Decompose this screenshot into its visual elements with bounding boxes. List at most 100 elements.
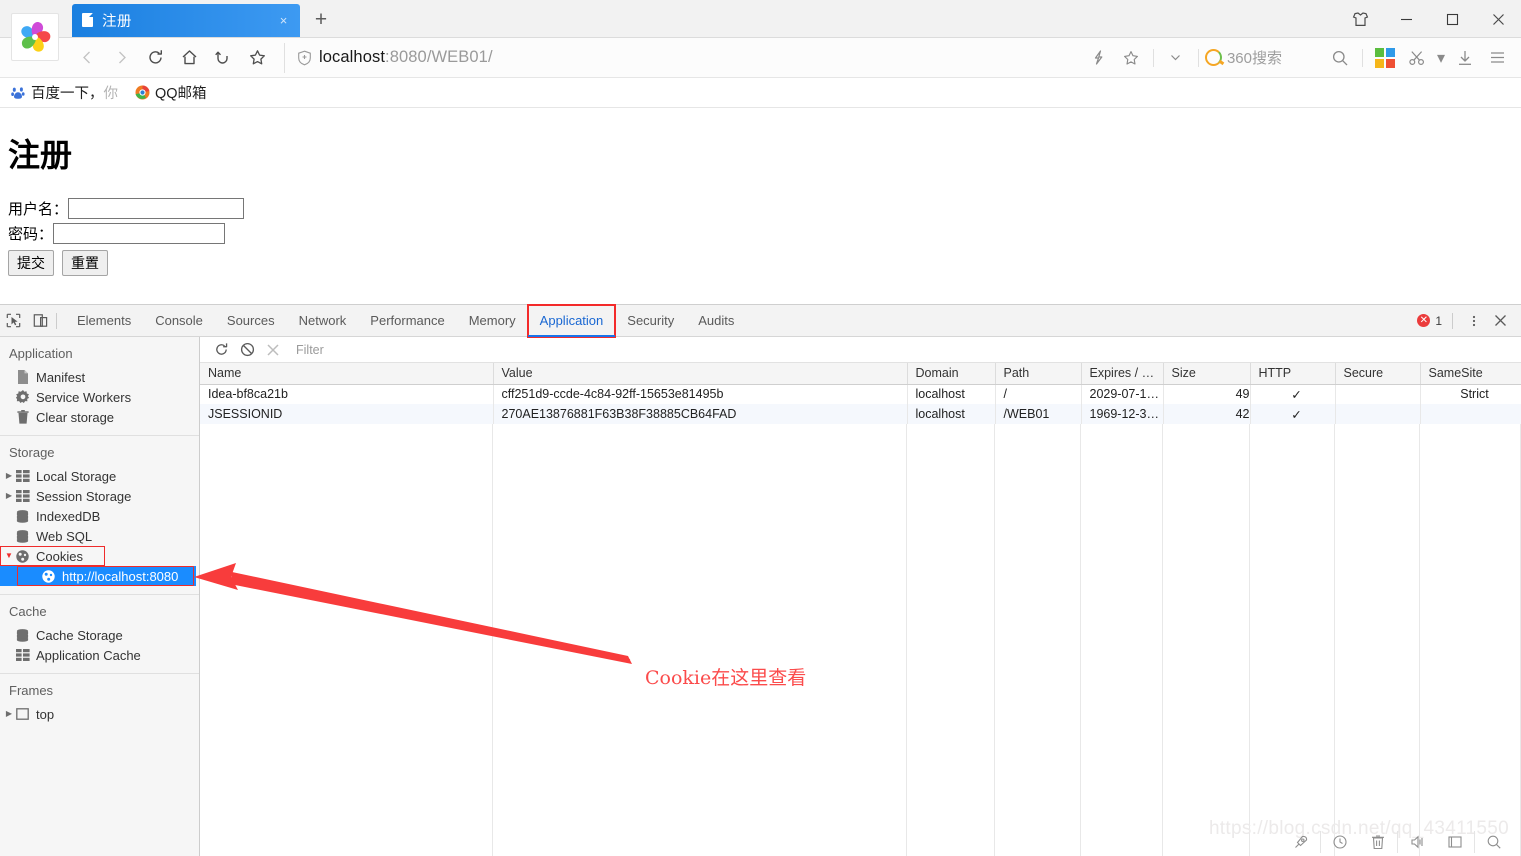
browser-tab-active[interactable]: 注册 × xyxy=(72,4,300,37)
trash-icon[interactable] xyxy=(1359,830,1397,854)
cell-domain: localhost xyxy=(907,404,996,424)
shirt-icon[interactable] xyxy=(1337,0,1383,38)
bookmarks-bar: 百度一下，你 QQ邮箱 xyxy=(0,78,1521,108)
forward-button[interactable] xyxy=(106,43,136,73)
back-button[interactable] xyxy=(72,43,102,73)
pinwheel-icon xyxy=(21,22,51,52)
tab-elements[interactable]: Elements xyxy=(65,305,143,337)
sidebar-item-clear-storage[interactable]: ▶ Clear storage xyxy=(0,407,199,427)
tab-close-icon[interactable]: × xyxy=(275,12,292,29)
volume-icon[interactable] xyxy=(1398,830,1436,854)
refresh-icon[interactable] xyxy=(208,339,234,361)
search-engine-label: 360搜索 xyxy=(1226,50,1282,67)
sidebar-item-cookie-origin[interactable]: http://localhost:8080 xyxy=(0,566,196,586)
devtools-tab-list: Elements Console Sources Network Perform… xyxy=(65,303,746,338)
home-icon[interactable] xyxy=(174,43,204,73)
divider xyxy=(1452,312,1453,329)
sidebar-item-web-sql[interactable]: ▶ Web SQL xyxy=(0,526,199,546)
sidebar-item-service-workers[interactable]: ▶ Service Workers xyxy=(0,387,199,407)
sidebar-item-label: Service Workers xyxy=(36,389,132,405)
error-count-badge[interactable]: ✕ 1 xyxy=(1417,314,1442,328)
close-devtools-icon[interactable] xyxy=(1487,308,1513,334)
column-header-name[interactable]: Name xyxy=(200,363,494,385)
table-header-row: Name Value Domain Path Expires / Ma... S… xyxy=(200,363,1521,385)
bookmark-baidu[interactable]: 百度一下，你 xyxy=(10,82,118,103)
windows-grid-icon[interactable] xyxy=(1371,44,1399,72)
restore-icon[interactable] xyxy=(208,43,238,73)
reset-button[interactable]: 重置 xyxy=(62,250,108,276)
cell-size: 42 xyxy=(1163,404,1251,424)
column-header-samesite[interactable]: SameSite xyxy=(1420,363,1521,385)
magnifier-icon[interactable] xyxy=(1326,44,1354,72)
expand-triangle-icon[interactable]: ▶ xyxy=(4,472,14,480)
chevron-down-icon[interactable] xyxy=(1162,44,1190,72)
username-input[interactable] xyxy=(68,198,245,219)
search-icon[interactable] xyxy=(1475,830,1513,854)
address-bar[interactable]: localhost:8080/WEB01/ xyxy=(284,42,1083,73)
clear-all-cookies-icon[interactable] xyxy=(234,339,260,361)
divider xyxy=(1362,48,1363,67)
reload-icon[interactable] xyxy=(140,43,170,73)
expand-triangle-icon[interactable]: ▶ xyxy=(4,710,14,718)
tab-performance[interactable]: Performance xyxy=(358,305,456,337)
lightning-icon[interactable] xyxy=(1085,44,1113,72)
three-dots-vertical-icon[interactable] xyxy=(1461,308,1487,334)
minimize-button[interactable] xyxy=(1383,0,1429,38)
filter-input[interactable] xyxy=(294,339,1521,360)
device-toolbar-icon[interactable] xyxy=(27,305,54,337)
bookmark-qqmail[interactable]: QQ邮箱 xyxy=(134,82,207,103)
tab-application[interactable]: Application xyxy=(526,303,617,338)
scissors-icon[interactable] xyxy=(1403,44,1431,72)
inspect-element-icon[interactable] xyxy=(0,305,27,337)
hamburger-menu-icon[interactable] xyxy=(1483,44,1511,72)
frame-icon xyxy=(14,708,31,720)
sidebar-item-session-storage[interactable]: ▶ Session Storage xyxy=(0,486,199,506)
form-row-username: 用户名： xyxy=(8,198,1513,219)
sidebar-item-top-frame[interactable]: ▶ top xyxy=(0,704,199,724)
password-input[interactable] xyxy=(53,223,226,244)
column-header-secure[interactable]: Secure xyxy=(1335,363,1421,385)
cell-name: JSESSIONID xyxy=(200,404,494,424)
bookmark-label-baidu: 百度一下，你 xyxy=(31,86,118,102)
tab-security[interactable]: Security xyxy=(615,305,686,337)
tab-sources[interactable]: Sources xyxy=(215,305,287,337)
download-icon[interactable] xyxy=(1451,44,1479,72)
url-host: localhost xyxy=(319,48,386,66)
table-row[interactable]: JSESSIONID 270AE13876881F63B38F38885CB64… xyxy=(200,404,1521,424)
column-header-size[interactable]: Size xyxy=(1163,363,1251,385)
cookies-pane: Name Value Domain Path Expires / Ma... S… xyxy=(200,337,1521,856)
tab-console[interactable]: Console xyxy=(143,305,215,337)
star-outline-icon[interactable] xyxy=(1117,44,1145,72)
error-circle-icon: ✕ xyxy=(1417,314,1431,327)
column-header-domain[interactable]: Domain xyxy=(907,363,996,385)
devtools-panel: Elements Console Sources Network Perform… xyxy=(0,303,1521,856)
sidebar-item-local-storage[interactable]: ▶ Local Storage xyxy=(0,466,199,486)
sidebar-item-cache-storage[interactable]: ▶ Cache Storage xyxy=(0,625,199,645)
expand-triangle-icon[interactable]: ▼ xyxy=(4,552,14,560)
sidebar-item-manifest[interactable]: ▶ Manifest xyxy=(0,367,199,387)
column-header-http[interactable]: HTTP xyxy=(1250,363,1336,385)
database-icon xyxy=(14,509,31,523)
sidebar-item-application-cache[interactable]: ▶ Application Cache xyxy=(0,645,199,665)
rocket-icon[interactable] xyxy=(1282,830,1320,854)
maximize-button[interactable] xyxy=(1429,0,1475,38)
new-tab-button[interactable]: + xyxy=(308,7,334,33)
sidebar-item-cookies[interactable]: ▼ Cookies xyxy=(0,546,105,566)
column-header-value[interactable]: Value xyxy=(493,363,908,385)
sidebar-item-indexeddb[interactable]: ▶ IndexedDB xyxy=(0,506,199,526)
window-icon[interactable] xyxy=(1436,830,1474,854)
table-row[interactable]: Idea-bf8ca21b cff251d9-ccde-4c84-92ff-15… xyxy=(200,384,1521,404)
search-engine-chip[interactable]: 360搜索 xyxy=(1204,47,1282,68)
column-header-expires[interactable]: Expires / Ma... xyxy=(1081,363,1164,385)
close-window-button[interactable] xyxy=(1475,0,1521,38)
column-header-path[interactable]: Path xyxy=(995,363,1082,385)
shield-speed-icon[interactable] xyxy=(1321,830,1359,854)
expand-triangle-icon[interactable]: ▶ xyxy=(4,492,14,500)
tab-network[interactable]: Network xyxy=(287,305,359,337)
tab-audits[interactable]: Audits xyxy=(686,305,746,337)
delete-selected-icon[interactable] xyxy=(260,339,286,361)
tab-memory[interactable]: Memory xyxy=(457,305,528,337)
scissors-dropdown-caret[interactable]: ▾ xyxy=(1435,44,1447,72)
submit-button[interactable]: 提交 xyxy=(8,250,54,276)
star-icon[interactable] xyxy=(242,43,272,73)
